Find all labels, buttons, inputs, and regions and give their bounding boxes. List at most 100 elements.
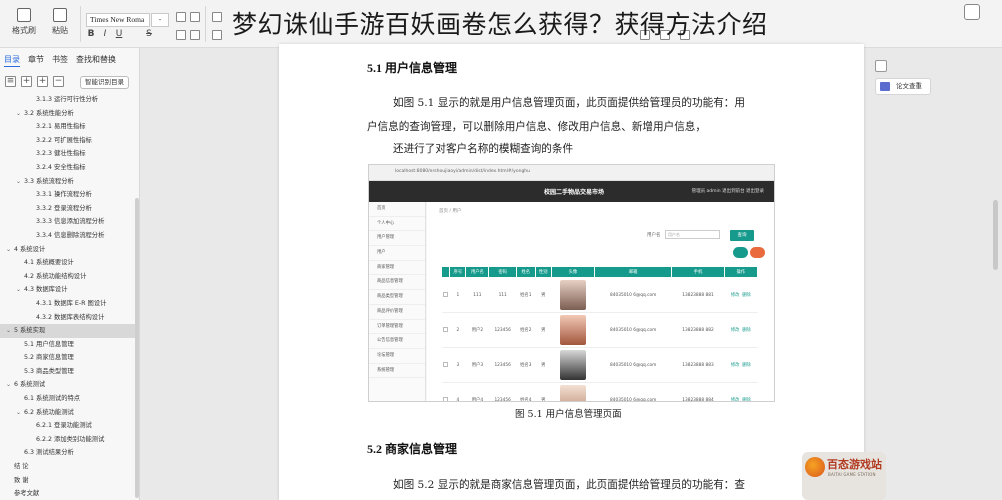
delete-link: 删除 — [742, 398, 751, 402]
table-cell: 84035010 6@qq.com — [594, 277, 672, 313]
bullet-list-icon[interactable] — [212, 12, 222, 22]
toc-item[interactable]: 3.3.3 信息添加流程分析 — [0, 215, 135, 229]
table-cell: 2 — [449, 312, 466, 348]
toc-item[interactable]: ⌄ 4 系统设计 — [0, 243, 135, 257]
italic-button[interactable]: I — [100, 29, 110, 39]
row-checkbox — [441, 312, 450, 348]
table-header-cell: 操作 — [723, 266, 759, 278]
paste-button[interactable]: 粘贴 — [40, 8, 80, 36]
toc-item[interactable]: 3.2.3 健壮性指标 — [0, 147, 135, 161]
table-row: 1 111 111 姓名1 男 84035010 6@qq.com 13823888 881… — [441, 277, 758, 313]
tab-find-replace[interactable]: 查找和替换 — [76, 54, 116, 67]
bold-button[interactable]: B — [86, 29, 96, 39]
search-button: 查询 — [730, 230, 754, 241]
align-left-icon[interactable] — [212, 30, 222, 40]
font-color-icon[interactable] — [176, 30, 186, 40]
font-name-select[interactable]: Times New Roma — [86, 13, 150, 27]
search-bar: 用户名 用户名 — [647, 230, 720, 239]
toolbar-divider — [205, 6, 206, 42]
toc-item[interactable]: 6.1 系统测试的特点 — [0, 392, 135, 406]
row-actions: 修改 删除 — [724, 312, 758, 348]
expand-caret-icon[interactable]: ⌄ — [16, 107, 24, 121]
toc-item-label: 6.3 测试结果分析 — [24, 449, 74, 457]
table-cell: 13823888 881 — [671, 277, 725, 313]
table-header-cell: 手机 — [671, 266, 725, 278]
font-size-select[interactable]: - — [151, 13, 169, 27]
table-header-cell — [440, 266, 451, 278]
nav-scrollbar[interactable] — [135, 198, 139, 498]
toc-item-label: 3.2.2 可扩展性指标 — [36, 136, 92, 144]
section-heading: 5.2 商家信息管理 — [367, 442, 458, 456]
toc-item[interactable]: 6.2.1 登录功能测试 — [0, 419, 135, 433]
expand-caret-icon[interactable]: ⌄ — [16, 406, 24, 420]
browser-address-bar: localhost:8080/ershoujiaoyi/admin/dist/i… — [369, 165, 774, 181]
paper-check-button[interactable]: 论文查重 — [875, 78, 931, 95]
scrollbar-thumb[interactable] — [993, 200, 998, 270]
toc-item[interactable]: 4.3.2 数据库表结构设计 — [0, 311, 135, 325]
expand-caret-icon[interactable]: ⌄ — [6, 378, 14, 392]
toc-item[interactable]: 4.3.1 数据库 E-R 图设计 — [0, 297, 135, 311]
expand-caret-icon[interactable]: ⌄ — [16, 175, 24, 189]
collapse-panel-icon[interactable] — [875, 60, 887, 72]
add-button — [733, 247, 748, 258]
expand-caret-icon[interactable]: ⌄ — [6, 243, 14, 257]
expand-caret-icon[interactable]: ⌄ — [16, 283, 24, 297]
avatar — [559, 385, 586, 401]
row-actions: 修改 删除 — [724, 347, 758, 383]
toc-item[interactable]: 3.3.2 登录流程分析 — [0, 202, 135, 216]
tab-bookmarks[interactable]: 书签 — [52, 54, 68, 67]
search-input: 用户名 — [664, 230, 720, 239]
toc-item[interactable]: ⌄ 6.2 系统功能测试 — [0, 406, 135, 420]
toc-item[interactable]: 6.2.2 添加类别功能测试 — [0, 433, 135, 447]
toc-item[interactable]: 5.3 商品类型管理 — [0, 365, 135, 379]
toc-item[interactable]: 4.1 系统概要设计 — [0, 256, 135, 270]
table-cell: 用户3 — [465, 347, 489, 383]
strikethrough-button[interactable]: S — [144, 29, 154, 39]
toc-item[interactable]: 6.3 测试结果分析 — [0, 446, 135, 460]
tab-chapters[interactable]: 章节 — [28, 54, 44, 67]
tab-toc[interactable]: 目录 — [4, 54, 20, 67]
toc-item-label: 致 谢 — [14, 476, 29, 484]
table-header-cell: 密码 — [488, 266, 517, 278]
toc-item[interactable]: 3.1.3 运行可行性分析 — [0, 93, 135, 107]
font-grow-icon[interactable] — [176, 12, 186, 22]
admin-sidebar-item: 商品类型管理 — [369, 290, 425, 305]
toc-item[interactable]: 3.3.4 信息删除流程分析 — [0, 229, 135, 243]
toc-item[interactable]: 致 谢 — [0, 474, 135, 488]
highlight-icon[interactable] — [190, 30, 200, 40]
toc-item-label: 4.3.2 数据库表结构设计 — [36, 313, 105, 321]
toc-item[interactable]: 3.2.4 安全性指标 — [0, 161, 135, 175]
toc-item[interactable]: 5.2 商家信息管理 — [0, 351, 135, 365]
font-shrink-icon[interactable] — [190, 12, 200, 22]
toc-item[interactable]: ⌄ 4.3 数据库设计 — [0, 283, 135, 297]
toc-item[interactable]: 5.1 用户信息管理 — [0, 338, 135, 352]
format-painter-button[interactable]: 格式刷 — [4, 8, 44, 36]
document-scrollbar[interactable] — [993, 50, 999, 490]
underline-button[interactable]: U — [114, 29, 124, 39]
promote-heading-icon[interactable]: + — [37, 76, 48, 87]
toc-item[interactable]: 3.2.2 可扩展性指标 — [0, 134, 135, 148]
demote-heading-icon[interactable]: − — [53, 76, 64, 87]
toc-item[interactable]: 结 论 — [0, 460, 135, 474]
edit-link: 修改 — [730, 328, 740, 333]
table-cell: 1 — [449, 277, 466, 313]
toc-item[interactable]: 参考文献 — [0, 487, 135, 500]
header-links: 管理员 admin 退出到前台 退出登录 — [691, 189, 764, 194]
toc-item[interactable]: ⌄ 3.2 系统性能分析 — [0, 107, 135, 121]
expand-caret-icon[interactable]: ⌄ — [6, 324, 14, 338]
toc-item[interactable]: 3.3.1 操作流程分析 — [0, 188, 135, 202]
table-cell: 男 — [535, 347, 552, 383]
table-cell: 84035010 6@qq.com — [594, 312, 672, 348]
navigation-pane: 目录 章节 书签 查找和替换 ≡ + + − 智能识别目录 3.1.3 运行可行… — [0, 48, 140, 500]
toc-item-label: 3.2.1 易用性指标 — [36, 123, 86, 131]
checkbox-icon — [443, 291, 449, 297]
toc-item[interactable]: 3.2.1 易用性指标 — [0, 120, 135, 134]
toc-item[interactable]: 4.2 系统功能结构设计 — [0, 270, 135, 284]
toc-item[interactable]: ⌄ 6 系统测试 — [0, 378, 135, 392]
toc-item[interactable]: ⌄ 5 系统实现 — [0, 324, 135, 338]
toc-item[interactable]: ⌄ 3.3 系统流程分析 — [0, 175, 135, 189]
smart-toc-button[interactable]: 智能识别目录 — [80, 76, 129, 89]
toc-menu-icon[interactable]: ≡ — [5, 76, 16, 87]
add-heading-icon[interactable]: + — [21, 76, 32, 87]
window-control-icon[interactable] — [964, 4, 980, 20]
